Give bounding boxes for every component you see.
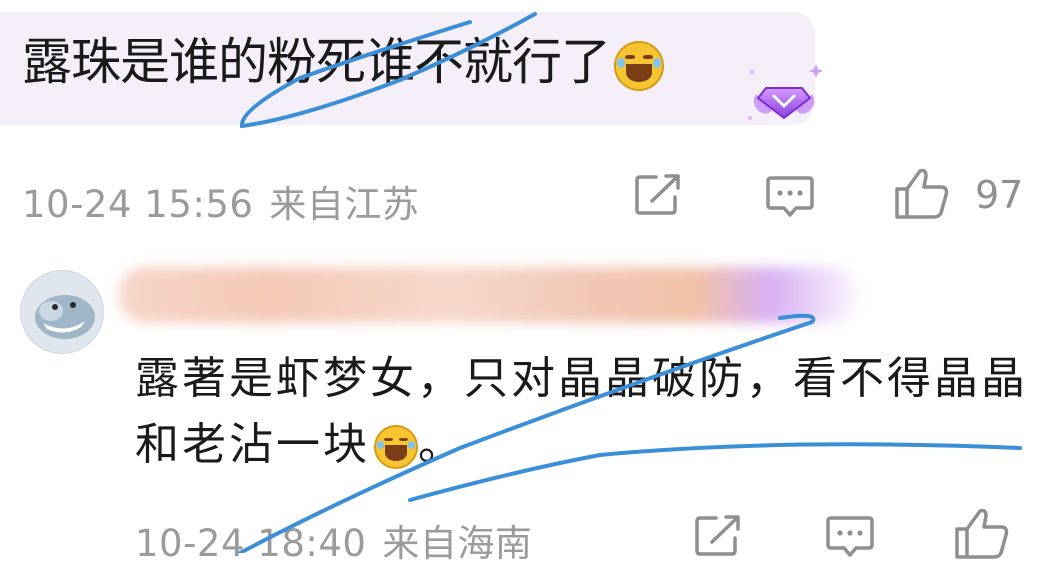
avatar[interactable] xyxy=(20,270,104,354)
comment-text: 露著是虾梦女，只对晶晶破防，看不得晶晶和老沾一块 。 xyxy=(135,346,1035,478)
comment-location: 来自江苏 xyxy=(269,183,420,226)
share-icon[interactable] xyxy=(694,514,742,558)
comment-meta: 10-24 15:56 来自江苏 xyxy=(22,174,419,228)
username-blurred[interactable] xyxy=(118,267,858,323)
comment-text-content: 露珠是谁的粉死谁不就行了 xyxy=(22,33,611,91)
comment-time: 10-24 18:40 xyxy=(135,522,367,565)
comment-location: 来自海南 xyxy=(382,522,533,565)
diamond-badge-icon xyxy=(748,64,823,124)
comment-text-content: 露著是虾梦女，只对晶晶破防，看不得晶晶和老沾一块 xyxy=(135,353,1028,470)
laugh-cry-emoji-icon xyxy=(614,40,664,91)
laugh-cry-emoji-icon xyxy=(374,425,418,469)
like-count: 97 xyxy=(975,173,1024,217)
comment-text-tail: 。 xyxy=(418,419,465,470)
comment-reply-icon[interactable] xyxy=(826,514,874,560)
comment-meta: 10-24 18:40 来自海南 xyxy=(135,513,532,567)
share-icon[interactable] xyxy=(634,173,682,217)
comment-reply-icon[interactable] xyxy=(766,174,814,220)
thumbs-up-icon[interactable] xyxy=(893,167,951,221)
comment-time: 10-24 15:56 xyxy=(22,183,254,226)
comment-text: 露珠是谁的粉死谁不就行了 xyxy=(22,30,664,94)
